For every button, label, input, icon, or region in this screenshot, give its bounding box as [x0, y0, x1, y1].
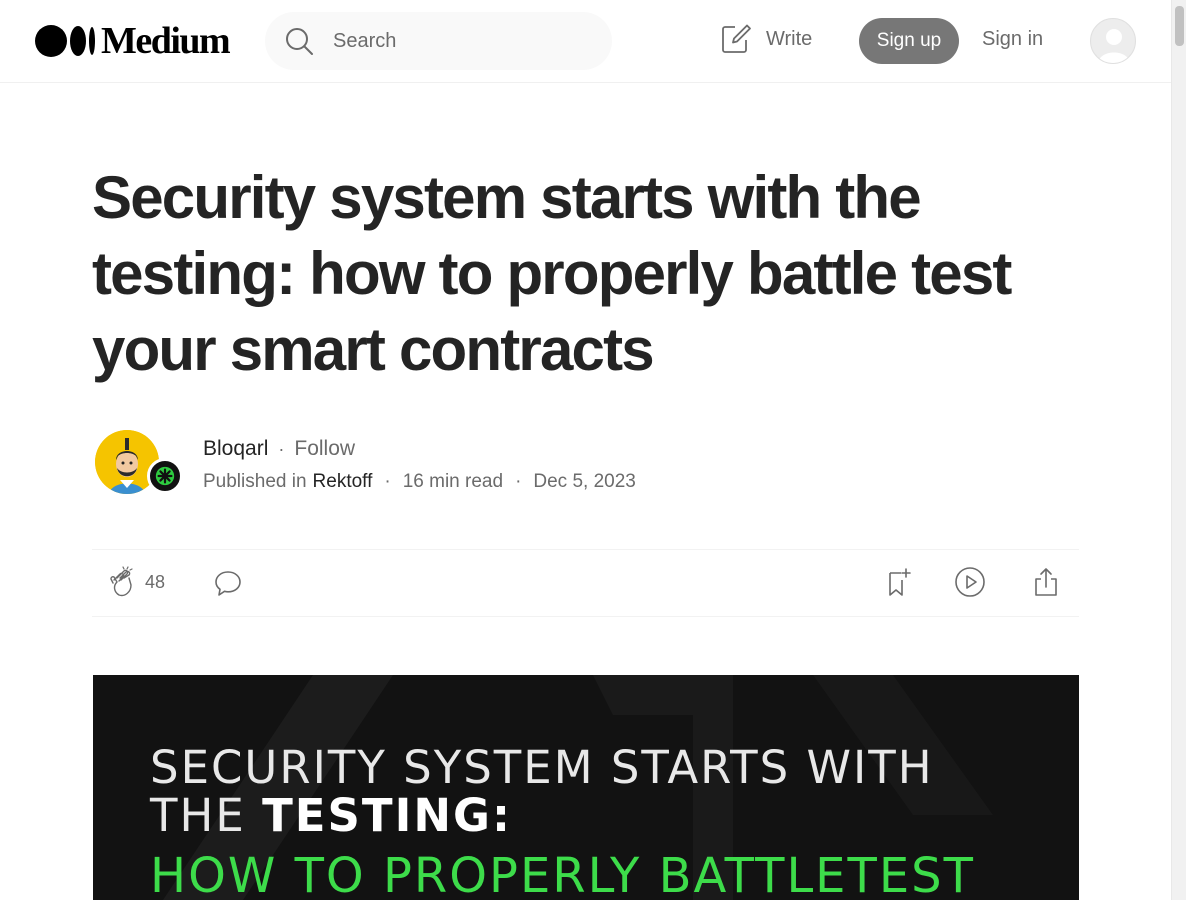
separator-dot: · — [515, 471, 522, 492]
publication-badge-icon[interactable] — [147, 458, 183, 494]
published-in-label: Published in — [203, 471, 307, 492]
medium-logo-icon — [35, 25, 95, 57]
hero-text-bold: TESTING: — [262, 789, 512, 842]
clap-count: 48 — [145, 571, 166, 592]
bookmark-add-icon — [889, 568, 911, 596]
sign-up-button[interactable]: Sign up — [859, 18, 959, 64]
author-name[interactable]: Bloqarl — [203, 437, 268, 461]
share-button[interactable] — [1031, 566, 1061, 603]
search-input[interactable] — [333, 29, 583, 53]
author-line: Bloqarl · Follow — [203, 437, 355, 461]
pencil-write-icon — [722, 24, 751, 53]
hero-text-line-1: SECURITY SYSTEM STARTS WITH — [150, 741, 934, 794]
article-hero-image: SECURITY SYSTEM STARTS WITH THE TESTING:… — [93, 675, 1079, 900]
publication-line: Published in Rektoff · 16 min read · Dec… — [203, 471, 636, 493]
separator-dot: · — [384, 471, 391, 492]
write-label: Write — [766, 27, 813, 50]
article-title: Security system starts with the testing:… — [92, 164, 1012, 383]
logo-text: Medium — [101, 20, 231, 62]
hero-text-line-2: THE TESTING: — [150, 789, 512, 842]
scrollbar-thumb[interactable] — [1175, 6, 1184, 46]
user-avatar-icon[interactable] — [1090, 18, 1136, 64]
listen-button[interactable] — [954, 566, 986, 603]
share-icon — [1035, 568, 1057, 596]
medium-logo[interactable]: Medium — [35, 20, 231, 62]
clap-button[interactable]: 48 — [105, 566, 165, 598]
article-action-bar: 48 — [92, 549, 1079, 617]
write-button[interactable]: Write — [720, 23, 812, 55]
page-scrollbar[interactable] — [1171, 0, 1186, 900]
comment-button[interactable] — [213, 568, 243, 603]
search-icon — [286, 28, 313, 55]
separator-dot: · — [278, 438, 285, 459]
publish-date: Dec 5, 2023 — [533, 471, 636, 492]
sign-in-link[interactable]: Sign in — [982, 28, 1043, 51]
follow-button[interactable]: Follow — [294, 437, 355, 461]
read-time: 16 min read — [402, 471, 504, 492]
hero-text-prefix: THE — [150, 789, 263, 842]
clap-icon — [110, 566, 133, 597]
search-bar[interactable] — [265, 12, 612, 70]
hero-text-line-3: HOW TO PROPERLY BATTLETEST — [150, 848, 975, 900]
bookmark-button[interactable] — [884, 566, 914, 603]
top-navigation-bar: Medium Write Sign up Sign in — [0, 0, 1171, 83]
play-circle-icon — [955, 567, 985, 597]
publication-name[interactable]: Rektoff — [313, 471, 373, 493]
comment-bubble-icon — [215, 571, 241, 596]
